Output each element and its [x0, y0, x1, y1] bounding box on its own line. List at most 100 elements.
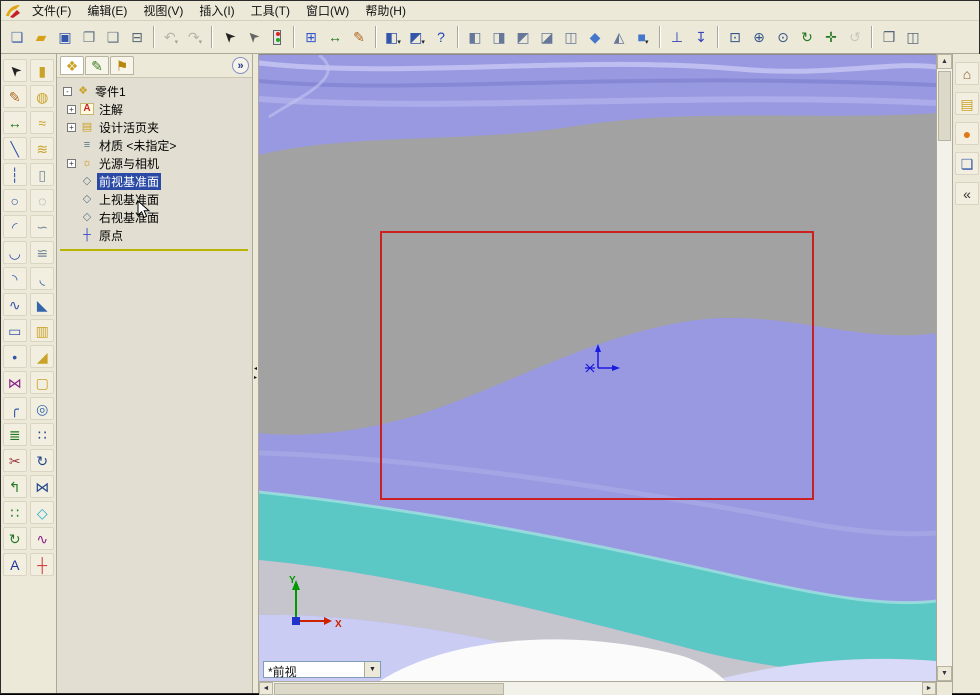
smart-dimension-button[interactable]: ↔: [3, 111, 27, 134]
coordinate-system-button[interactable]: ┼: [30, 553, 54, 576]
swept-cut-button[interactable]: ∽: [30, 215, 54, 238]
three-point-arc-button[interactable]: ◝: [3, 267, 27, 290]
display-style-caret-icon[interactable]: ▾: [421, 38, 425, 48]
view-right-button[interactable]: ◪: [535, 25, 559, 49]
menu-item-file[interactable]: 文件(F): [24, 0, 79, 21]
splitter-arrow-icon[interactable]: ◂: [254, 365, 257, 373]
scroll-left-button[interactable]: ◄: [259, 682, 273, 695]
hole-wizard-button[interactable]: ◎: [30, 397, 54, 420]
rib-button[interactable]: ▥: [30, 319, 54, 342]
tree-item-material[interactable]: ≡材质 <未指定>: [57, 136, 252, 154]
flyout-expand-button[interactable]: »: [232, 57, 249, 74]
tree-item-annotations[interactable]: +A注解: [57, 100, 252, 118]
revolved-boss-button[interactable]: ◍: [30, 85, 54, 108]
tree-item-part1[interactable]: -❖零件1: [57, 82, 252, 100]
display-style-button[interactable]: ◩▾: [405, 25, 429, 49]
undo-caret-icon[interactable]: ▾: [175, 38, 179, 48]
scroll-up-button[interactable]: ▲: [937, 54, 952, 69]
tree-item-right-plane[interactable]: ◇右视基准面: [57, 208, 252, 226]
tree-expander-design-binder[interactable]: +: [67, 123, 76, 132]
view-front-button[interactable]: ◧: [463, 25, 487, 49]
standard-views-caret-icon[interactable]: ▾: [645, 38, 649, 48]
shell-button[interactable]: ▢: [30, 371, 54, 394]
tree-item-origin[interactable]: ┼原点: [57, 226, 252, 244]
select-button[interactable]: ➤: [3, 59, 27, 82]
rollback-bar[interactable]: [60, 249, 248, 251]
tab-property-manager[interactable]: ✎: [85, 56, 109, 75]
new-document-button[interactable]: ❏: [5, 25, 29, 49]
view-selector-dropdown-icon[interactable]: ▼: [364, 662, 380, 677]
pan-button[interactable]: ✛: [819, 25, 843, 49]
rectangle-button[interactable]: ▭: [3, 319, 27, 342]
menu-item-help[interactable]: 帮助(H): [357, 0, 414, 21]
scroll-right-button[interactable]: ►: [922, 682, 936, 695]
point-button[interactable]: •: [3, 345, 27, 368]
make-assembly-from-part-button[interactable]: ❑: [101, 25, 125, 49]
centerpoint-arc-button[interactable]: ◜: [3, 215, 27, 238]
menu-item-edit[interactable]: 编辑(E): [79, 0, 135, 21]
sketch-button[interactable]: ✎: [3, 85, 27, 108]
reference-geometry-button[interactable]: ◇: [30, 501, 54, 524]
selection-filter-button[interactable]: ➤: [241, 25, 265, 49]
menu-item-view[interactable]: 视图(V): [135, 0, 191, 21]
zoom-to-fit-button[interactable]: ⊙: [771, 25, 795, 49]
make-drawing-from-part-button[interactable]: ❐: [77, 25, 101, 49]
open-document-button[interactable]: ▰: [29, 25, 53, 49]
collapse-pane-button[interactable]: «: [955, 182, 979, 205]
chamfer-button[interactable]: ◣: [30, 293, 54, 316]
sketch-fillet-button[interactable]: ╭: [3, 397, 27, 420]
zoom-in-out-button[interactable]: ⊕: [747, 25, 771, 49]
redo-caret-icon[interactable]: ▾: [199, 38, 203, 48]
curves-button[interactable]: ∿: [30, 527, 54, 550]
tangent-arc-button[interactable]: ◡: [3, 241, 27, 264]
tab-configuration-manager[interactable]: ⚑: [110, 56, 134, 75]
view-top-button[interactable]: ◫: [559, 25, 583, 49]
view-orientation-caret-icon[interactable]: ▾: [397, 38, 401, 48]
trim-entities-button[interactable]: ✂: [3, 449, 27, 472]
tree-expander-lights-cameras[interactable]: +: [67, 159, 76, 168]
tree-expander-annotations[interactable]: +: [67, 105, 76, 114]
smart-dimension-button[interactable]: ↔: [323, 25, 347, 49]
horizontal-scrollbar[interactable]: ◄ ►: [259, 681, 936, 695]
splitter-arrow-icon[interactable]: ▸: [254, 374, 257, 382]
fillet-button[interactable]: ◟: [30, 267, 54, 290]
vertical-scroll-thumb[interactable]: [938, 71, 951, 141]
solidworks-resources-button[interactable]: ⌂: [955, 62, 979, 85]
centerline-button[interactable]: ┆: [3, 163, 27, 186]
convert-entities-button[interactable]: ↰: [3, 475, 27, 498]
sketch-tools-button[interactable]: ✎: [347, 25, 371, 49]
offset-entities-button[interactable]: ≣: [3, 423, 27, 446]
view-isometric-button[interactable]: ◆: [583, 25, 607, 49]
linear-sketch-pattern-button[interactable]: ∷: [3, 501, 27, 524]
tree-expander-part1[interactable]: -: [63, 87, 72, 96]
circle-button[interactable]: ○: [3, 189, 27, 212]
tree-item-design-binder[interactable]: +▤设计活页夹: [57, 118, 252, 136]
menu-item-insert[interactable]: 插入(I): [191, 0, 242, 21]
mirror-entities-button[interactable]: ⋈: [3, 371, 27, 394]
menu-item-window[interactable]: 窗口(W): [298, 0, 357, 21]
rotate-view-button[interactable]: ↻: [795, 25, 819, 49]
view-selector-combo[interactable]: *前视 ▼: [263, 661, 381, 678]
online-resources-button[interactable]: ●: [955, 122, 979, 145]
zoom-to-area-button[interactable]: ⊡: [723, 25, 747, 49]
lofted-boss-button[interactable]: ≋: [30, 137, 54, 160]
tab-feature-manager[interactable]: ❖: [60, 56, 84, 75]
sketch-text-button[interactable]: A: [3, 553, 27, 576]
normal-to-button[interactable]: ⊥: [665, 25, 689, 49]
search-results-button[interactable]: ❏: [955, 152, 979, 175]
circular-sketch-pattern-button[interactable]: ↻: [3, 527, 27, 550]
selection-toggle-button[interactable]: [265, 25, 289, 49]
tree-item-front-plane[interactable]: ◇前视基准面: [57, 172, 252, 190]
standard-views-button[interactable]: ■▾: [631, 25, 655, 49]
save-button[interactable]: ▣: [53, 25, 77, 49]
view-reference-planes-button[interactable]: ↧: [689, 25, 713, 49]
new-window-button[interactable]: ❒: [877, 25, 901, 49]
graphics-area[interactable]: Y X *前视 ▼: [259, 54, 936, 681]
vertical-scrollbar[interactable]: ▲ ▼: [936, 54, 952, 681]
view-left-button[interactable]: ◩: [511, 25, 535, 49]
extruded-boss-button[interactable]: ▮: [30, 59, 54, 82]
scroll-down-button[interactable]: ▼: [937, 666, 952, 681]
circular-pattern-button[interactable]: ↻: [30, 449, 54, 472]
split-viewport-button[interactable]: ◫: [901, 25, 925, 49]
linear-pattern-button[interactable]: ∷: [30, 423, 54, 446]
